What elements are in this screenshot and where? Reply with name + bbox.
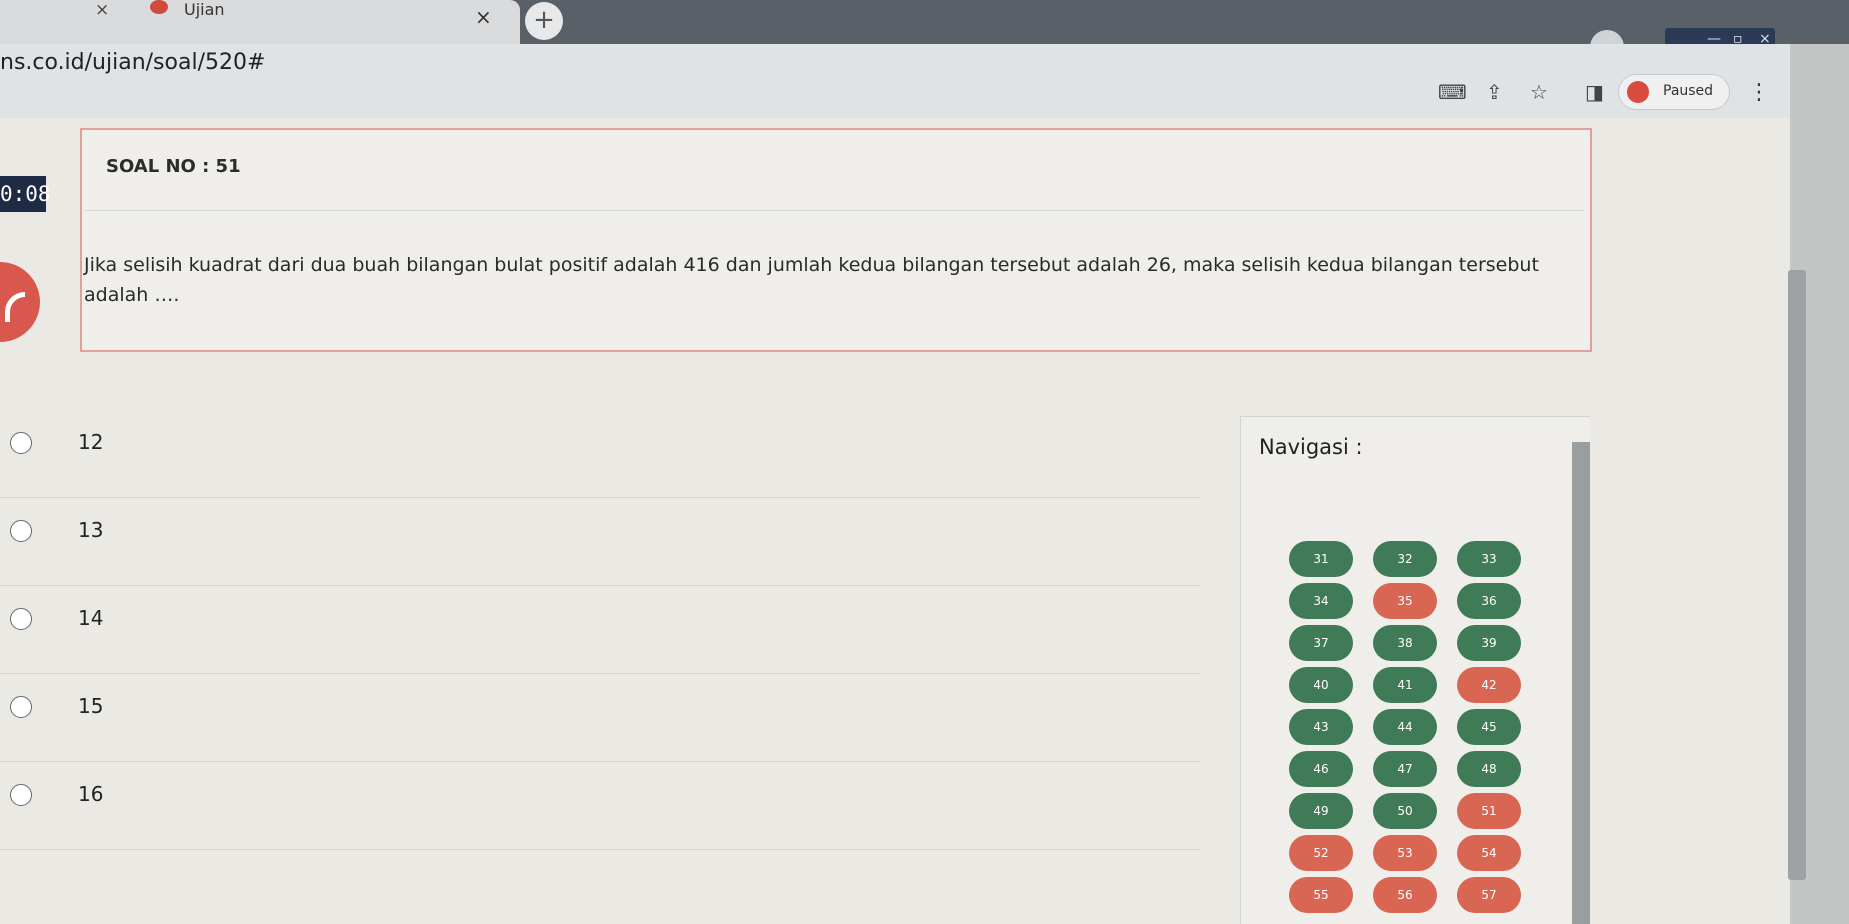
option-label: 12 [78, 430, 104, 454]
page-scrollbar[interactable] [1788, 270, 1806, 880]
nav-button-39[interactable]: 39 [1457, 625, 1521, 661]
nav-button-41[interactable]: 41 [1373, 667, 1437, 703]
new-tab-button[interactable]: + [525, 2, 563, 40]
nav-button-33[interactable]: 33 [1457, 541, 1521, 577]
radio-button[interactable] [10, 432, 32, 454]
nav-button-36[interactable]: 36 [1457, 583, 1521, 619]
option-label: 15 [78, 694, 104, 718]
nav-button-38[interactable]: 38 [1373, 625, 1437, 661]
nav-button-32[interactable]: 32 [1373, 541, 1437, 577]
option-label: 16 [78, 782, 104, 806]
tab-favicon-icon [150, 0, 168, 14]
previous-tab-close-icon[interactable]: × [95, 0, 109, 20]
nav-button-57[interactable]: 57 [1457, 877, 1521, 913]
share-icon[interactable]: ⇪ [1486, 80, 1503, 104]
browser-tab-strip: × Ujian × + ⌄ — ▫ × [0, 0, 1849, 64]
question-card: SOAL NO : 51 Jika selisih kuadrat dari d… [80, 128, 1592, 352]
nav-button-48[interactable]: 48 [1457, 751, 1521, 787]
nav-button-53[interactable]: 53 [1373, 835, 1437, 871]
profile-avatar-icon [1627, 81, 1649, 103]
nav-button-50[interactable]: 50 [1373, 793, 1437, 829]
option-row[interactable]: 13 [0, 498, 1200, 586]
nav-button-31[interactable]: 31 [1289, 541, 1353, 577]
url-field[interactable]: ns.co.id/ujian/soal/520# [0, 50, 265, 75]
browser-menu-icon[interactable]: ⋮ [1748, 80, 1770, 105]
nav-button-52[interactable]: 52 [1289, 835, 1353, 871]
nav-button-46[interactable]: 46 [1289, 751, 1353, 787]
nav-button-37[interactable]: 37 [1289, 625, 1353, 661]
option-row[interactable]: 15 [0, 674, 1200, 762]
nav-button-43[interactable]: 43 [1289, 709, 1353, 745]
radio-button[interactable] [10, 608, 32, 630]
navigation-scrollbar[interactable] [1572, 442, 1590, 924]
option-row[interactable]: 12 [0, 410, 1200, 498]
nav-button-45[interactable]: 45 [1457, 709, 1521, 745]
radio-button[interactable] [10, 696, 32, 718]
tab-close-icon[interactable]: × [475, 5, 492, 29]
nav-button-49[interactable]: 49 [1289, 793, 1353, 829]
nav-button-42[interactable]: 42 [1457, 667, 1521, 703]
browser-tab[interactable]: × Ujian × [0, 0, 520, 44]
nav-button-35[interactable]: 35 [1373, 583, 1437, 619]
nav-button-55[interactable]: 55 [1289, 877, 1353, 913]
profile-button[interactable]: Paused [1618, 74, 1730, 110]
address-bar: ns.co.id/ujian/soal/520# ⌨ ⇪ ☆ ◨ Paused … [0, 44, 1790, 118]
question-number: SOAL NO : 51 [106, 156, 241, 177]
nav-button-47[interactable]: 47 [1373, 751, 1437, 787]
nav-button-34[interactable]: 34 [1289, 583, 1353, 619]
nav-button-54[interactable]: 54 [1457, 835, 1521, 871]
option-label: 13 [78, 518, 104, 542]
option-label: 14 [78, 606, 104, 630]
option-row[interactable]: 16 [0, 762, 1200, 850]
side-panel-icon[interactable]: ◨ [1585, 80, 1604, 104]
nav-button-44[interactable]: 44 [1373, 709, 1437, 745]
timer: 0:08 [0, 176, 51, 212]
bookmark-star-icon[interactable]: ☆ [1530, 80, 1548, 104]
nav-button-51[interactable]: 51 [1457, 793, 1521, 829]
radio-button[interactable] [10, 784, 32, 806]
profile-status: Paused [1663, 83, 1714, 99]
translate-icon[interactable]: ⌨ [1438, 80, 1467, 104]
tab-title: Ujian [184, 0, 225, 19]
question-text: Jika selisih kuadrat dari dua buah bilan… [84, 254, 1539, 306]
nav-button-56[interactable]: 56 [1373, 877, 1437, 913]
nav-button-40[interactable]: 40 [1289, 667, 1353, 703]
navigation-title: Navigasi : [1259, 435, 1363, 459]
divider [84, 210, 1584, 211]
option-row[interactable]: 14 [0, 586, 1200, 674]
radio-button[interactable] [10, 520, 32, 542]
navigation-panel: Navigasi : 31 32 33 34 35 36 37 38 39 40 41 42 43 44 4… [1240, 416, 1590, 924]
